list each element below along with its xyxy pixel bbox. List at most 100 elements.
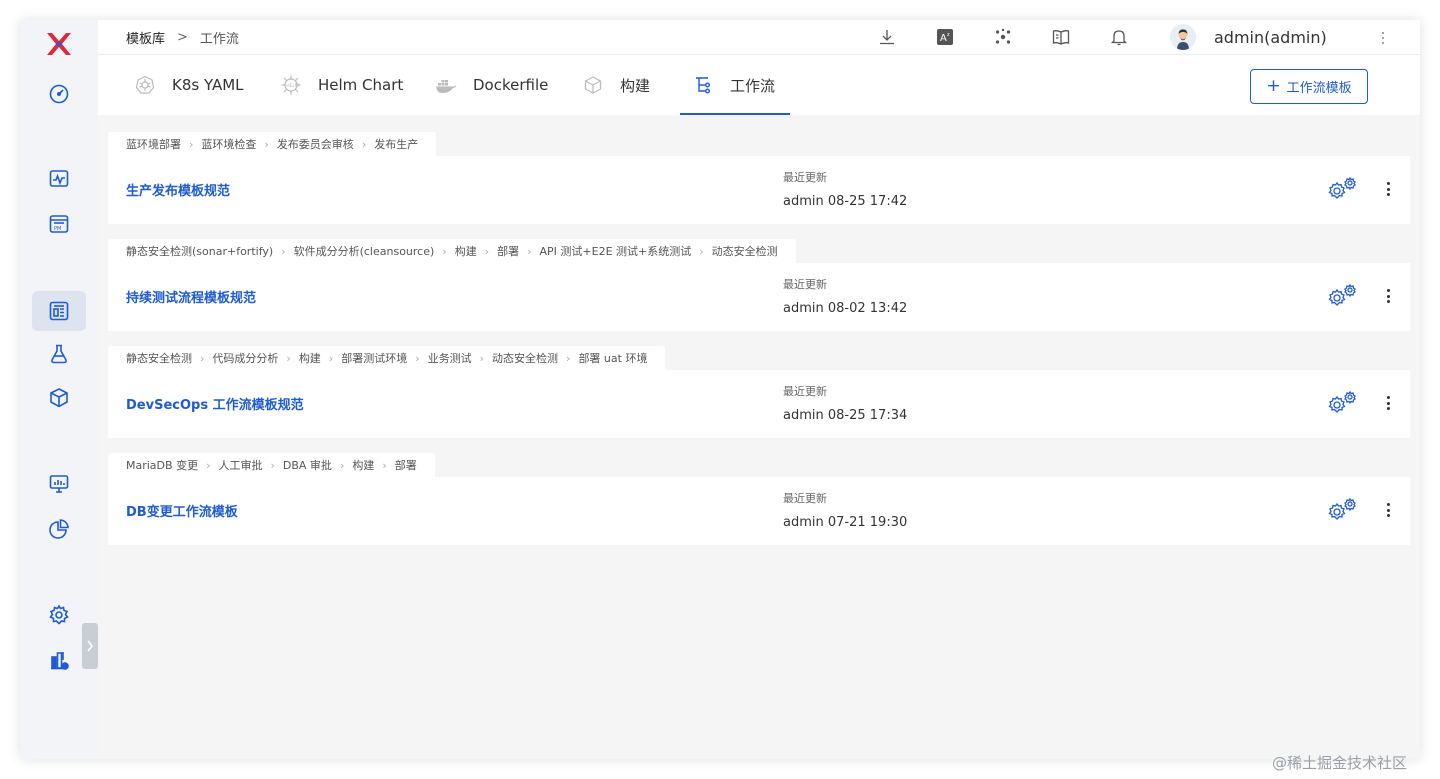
template-panel: DB变更工作流模板 最近更新 admin 07-21 19:30: [108, 477, 1410, 545]
stage: 人工审批: [218, 459, 263, 472]
watermark: @稀土掘金技术社区: [1272, 754, 1408, 772]
build-icon: [584, 76, 602, 94]
chevron-right-icon: ›: [415, 351, 420, 365]
settings-gears-icon[interactable]: [1326, 390, 1358, 416]
more-options-button[interactable]: [1384, 287, 1392, 305]
updated-label: 最近更新: [783, 385, 827, 398]
stage: 部署测试环境: [341, 352, 408, 365]
tab-build[interactable]: 构建: [582, 55, 650, 115]
new-button-label: 工作流模板: [1286, 81, 1352, 96]
activity-icon: [49, 170, 69, 187]
new-workflow-template-button[interactable]: + 工作流模板: [1250, 69, 1368, 104]
updated-value: admin 08-25 17:34: [783, 408, 908, 423]
download-button[interactable]: [858, 28, 916, 46]
stage: 部署: [497, 245, 520, 258]
tab-label: 工作流: [730, 76, 776, 95]
stage: 构建: [454, 245, 477, 258]
tab-k8s-yaml[interactable]: K8s YAML: [134, 55, 244, 115]
stage: API 测试+E2E 测试+系统测试: [539, 245, 692, 258]
docs-button[interactable]: [1032, 28, 1090, 46]
flask-icon: [51, 344, 67, 364]
monitor-chart-icon: [49, 475, 69, 493]
chevron-right-icon: ›: [270, 458, 275, 472]
chevron-right-icon: ›: [281, 244, 286, 258]
svg-text:z: z: [947, 32, 950, 38]
updated-label: 最近更新: [783, 278, 827, 291]
template-title[interactable]: DevSecOps 工作流模板规范: [126, 394, 304, 413]
tab-dockerfile[interactable]: Dockerfile: [435, 55, 548, 115]
breadcrumb-root[interactable]: 模板库: [126, 28, 165, 47]
package-icon: [50, 388, 68, 408]
more-options-button[interactable]: [1384, 180, 1392, 198]
sidebar-item-artifacts[interactable]: [32, 378, 86, 418]
stage-pipeline: 静态安全检测(sonar+fortify) › 软件成分分析(cleansourc…: [108, 239, 796, 263]
stage: 动态安全检测: [711, 245, 778, 258]
translate-button[interactable]: Az: [916, 28, 974, 46]
template-panel: 生产发布模板规范 最近更新 admin 08-25 17:42: [108, 156, 1410, 224]
stage-pipeline: 静态安全检测 › 代码成分分析 › 构建 › 部署测试环境 › 业务测试 › 动态安全检测…: [108, 346, 666, 370]
more-vertical-icon: [1381, 31, 1385, 45]
sidebar-item-data[interactable]: [32, 640, 86, 680]
app-window: PM 模板库 > 工作流 A z admin(admin) K8s YAML H…: [20, 20, 1420, 759]
chevron-right-icon: ›: [382, 458, 387, 472]
stage: 代码成分分析: [212, 352, 279, 365]
sidebar-item-test[interactable]: [32, 334, 86, 374]
updated-value: admin 08-25 17:42: [783, 194, 908, 209]
download-icon: [880, 30, 894, 45]
svg-text:PM: PM: [54, 226, 61, 232]
template-title[interactable]: DB变更工作流模板: [126, 501, 238, 520]
tab-label: Helm Chart: [318, 76, 404, 94]
kubernetes-icon: [135, 75, 155, 94]
sidebar-item-monitor[interactable]: [32, 159, 86, 199]
tab-helm-chart[interactable]: HELM Helm Chart: [280, 55, 403, 115]
chevron-right-icon: ›: [566, 351, 571, 365]
template-title[interactable]: 生产发布模板规范: [126, 180, 230, 199]
sidebar-item-settings[interactable]: [32, 595, 86, 635]
notifications-button[interactable]: [1090, 28, 1148, 46]
plus-icon: +: [1266, 76, 1281, 96]
workflow-icon: [696, 77, 710, 94]
sidebar: PM: [20, 20, 98, 759]
chevron-right-icon: ›: [206, 458, 211, 472]
chevron-right-icon: ›: [189, 137, 194, 151]
template-icon: [49, 301, 69, 321]
sidebar-item-insights[interactable]: [32, 464, 86, 504]
chevron-right-icon: ›: [484, 244, 490, 258]
breadcrumb-current: 工作流: [199, 31, 239, 47]
tab-workflow[interactable]: 工作流: [692, 55, 775, 115]
chevron-right-icon: ›: [442, 244, 447, 258]
integration-button[interactable]: [974, 28, 1032, 46]
sidebar-item-templates[interactable]: [32, 291, 86, 331]
chevron-right-icon: ›: [699, 244, 704, 258]
sidebar-item-project[interactable]: PM: [32, 204, 86, 244]
header-more-button[interactable]: [1380, 30, 1386, 49]
chevron-right-icon: ›: [479, 351, 485, 365]
stage: 业务测试: [427, 352, 472, 365]
chevron-right-icon: [87, 640, 93, 652]
stage: 构建: [352, 459, 375, 472]
stage: 部署: [394, 459, 417, 472]
user-menu[interactable]: admin(admin): [1170, 24, 1327, 50]
svg-text:HELM: HELM: [286, 83, 299, 89]
template-title[interactable]: 持续测试流程模板规范: [126, 287, 256, 306]
settings-gears-icon[interactable]: [1326, 283, 1358, 309]
svg-text:A: A: [940, 33, 947, 44]
stage: 发布委员会审核: [276, 138, 354, 151]
updated-value: admin 08-02 13:42: [783, 301, 908, 316]
tab-label: K8s YAML: [172, 76, 244, 94]
sidebar-collapse-button[interactable]: [82, 623, 98, 669]
helm-icon: HELM: [281, 75, 301, 95]
chevron-right-icon: ›: [264, 137, 269, 151]
updated-label: 最近更新: [783, 171, 827, 184]
tab-label: Dockerfile: [473, 76, 549, 94]
chevron-right-icon: ›: [328, 351, 334, 365]
more-options-button[interactable]: [1384, 394, 1392, 412]
settings-gears-icon[interactable]: [1326, 497, 1358, 523]
more-options-button[interactable]: [1384, 501, 1392, 519]
updated-label: 最近更新: [783, 492, 827, 505]
active-tab-indicator: [680, 113, 790, 115]
sidebar-item-reports[interactable]: [32, 509, 86, 549]
settings-gears-icon[interactable]: [1326, 176, 1358, 202]
sidebar-item-dashboard[interactable]: [32, 74, 86, 114]
app-logo[interactable]: [45, 31, 73, 57]
